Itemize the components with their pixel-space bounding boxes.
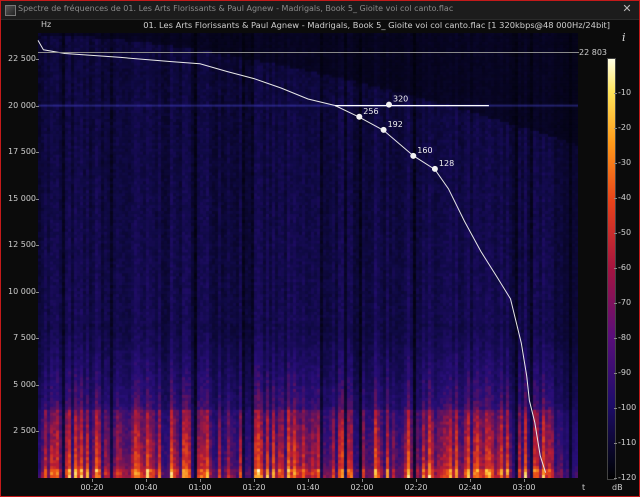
colorbar-tick-mark — [614, 163, 617, 164]
x-tick-label: 00:20 — [80, 483, 104, 492]
max-frequency-label: 22 803 — [579, 48, 607, 57]
x-tick-mark — [308, 479, 309, 482]
x-tick-mark — [254, 479, 255, 482]
y-tick-mark — [36, 384, 39, 386]
x-tick-label: 02:00 — [350, 483, 374, 492]
x-tick-label: 02:40 — [458, 483, 482, 492]
y-tick-label: 5 000 — [13, 379, 36, 389]
x-tick-label: 00:40 — [134, 483, 158, 492]
y-tick-mark — [36, 245, 39, 247]
colorbar-tick-label: -40 — [618, 193, 632, 202]
window-title: Spectre de fréquences de 01. Les Arts Fl… — [18, 4, 454, 13]
colorbar-tick-label: -120 — [618, 473, 637, 482]
y-tick-mark — [36, 59, 39, 61]
colorbar-tick-label: -90 — [618, 368, 632, 377]
colorbar-tick-label: -70 — [618, 298, 632, 307]
y-tick-mark — [36, 338, 39, 340]
x-tick-mark — [200, 479, 201, 482]
x-tick-label: 03:00 — [512, 483, 536, 492]
title-bar[interactable]: Spectre de fréquences de 01. Les Arts Fl… — [1, 1, 639, 20]
y-tick-mark — [36, 105, 39, 107]
y-tick-label: 12 500 — [8, 240, 36, 250]
colorbar-tick-label: -80 — [618, 333, 632, 342]
y-tick-label: 17 500 — [8, 147, 36, 157]
y-tick-mark — [36, 198, 39, 200]
y-tick-label: 20 000 — [8, 100, 36, 110]
y-axis-unit: Hz — [41, 20, 52, 29]
colorbar-tick-label: -10 — [618, 88, 632, 97]
x-tick-mark — [362, 479, 363, 482]
colorbar-tick-mark — [614, 373, 617, 374]
spectrum-icon — [5, 5, 16, 16]
y-tick-label: 7 500 — [13, 333, 36, 343]
colorbar-tick-mark — [614, 478, 617, 479]
colorbar-tick-mark — [614, 408, 617, 409]
close-button[interactable]: ✕ — [621, 3, 633, 15]
colorbar-tick-label: -50 — [618, 228, 632, 237]
y-tick-mark — [36, 431, 39, 433]
info-icon[interactable]: i — [622, 31, 626, 44]
colorbar-tick-mark — [614, 128, 617, 129]
colorbar-tick-label: -60 — [618, 263, 632, 272]
db-colorbar — [607, 58, 616, 480]
x-tick-label: 01:00 — [188, 483, 212, 492]
colorbar-tick-label: -20 — [618, 123, 632, 132]
x-tick-mark — [416, 479, 417, 482]
colorbar-tick-mark — [614, 198, 617, 199]
y-tick-label: 15 000 — [8, 193, 36, 203]
colorbar-tick-mark — [614, 93, 617, 94]
colorbar-tick-mark — [614, 443, 617, 444]
colorbar-tick-mark — [614, 233, 617, 234]
y-tick-mark — [36, 152, 39, 154]
y-tick-label: 2 500 — [13, 426, 36, 436]
max-frequency-line — [38, 52, 579, 53]
y-tick-mark — [36, 291, 39, 293]
x-tick-mark — [92, 479, 93, 482]
colorbar-tick-mark — [614, 268, 617, 269]
spectrogram-plot — [38, 33, 578, 478]
x-tick-label: 01:20 — [242, 483, 266, 492]
x-tick-mark — [146, 479, 147, 482]
file-info-label: 01. Les Arts Florissants & Paul Agnew - … — [143, 20, 610, 30]
colorbar-tick-label: -30 — [618, 158, 632, 167]
x-tick-mark — [470, 479, 471, 482]
x-tick-label: 02:20 — [404, 483, 428, 492]
colorbar-unit: dB — [612, 483, 623, 492]
colorbar-tick-mark — [614, 303, 617, 304]
x-tick-mark — [524, 479, 525, 482]
colorbar-tick-mark — [614, 338, 617, 339]
y-tick-label: 10 000 — [8, 286, 36, 296]
x-axis-unit: t — [582, 483, 586, 492]
y-tick-label: 22 500 — [8, 54, 36, 64]
colorbar-tick-label: -110 — [618, 438, 637, 447]
x-tick-label: 01:40 — [296, 483, 320, 492]
colorbar-tick-label: -100 — [618, 403, 637, 412]
